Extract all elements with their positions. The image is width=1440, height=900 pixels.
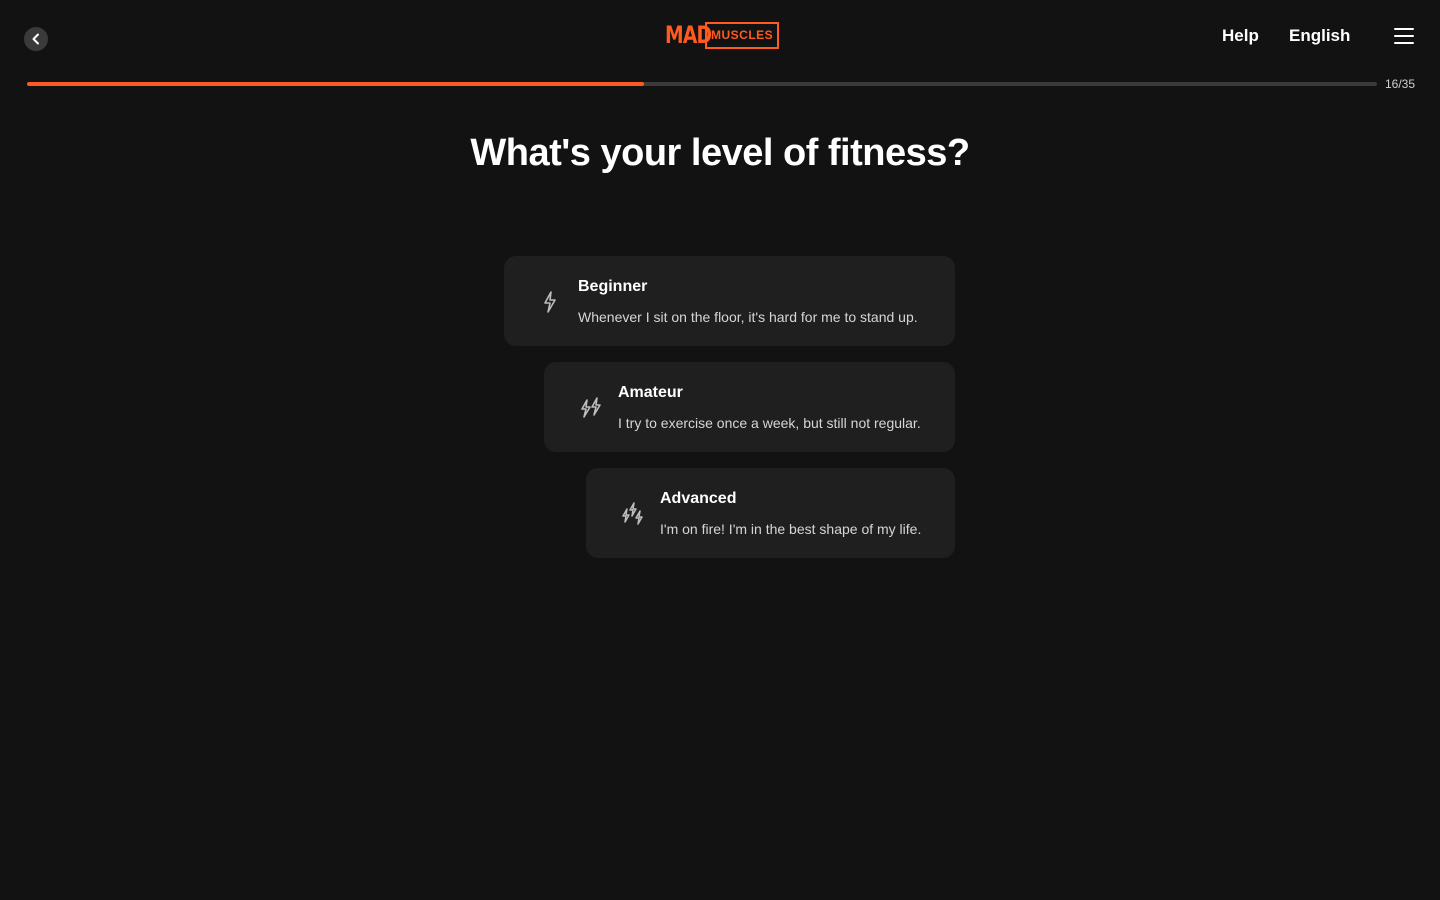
back-button[interactable] xyxy=(24,27,48,51)
option-title: Beginner xyxy=(578,278,648,295)
option-description: I try to exercise once a week, but still… xyxy=(618,415,921,431)
lightning-triple-icon xyxy=(622,502,643,525)
option-description: I'm on fire! I'm in the best shape of my… xyxy=(660,521,922,537)
progress-bar-fill xyxy=(27,82,644,86)
option-beginner[interactable]: Beginner Whenever I sit on the floor, it… xyxy=(504,256,955,346)
page-title: What's your level of fitness? xyxy=(470,132,970,174)
lightning-single-icon xyxy=(544,291,556,313)
logo-mad-text: MAD xyxy=(665,21,712,49)
help-link[interactable]: Help xyxy=(1222,26,1259,46)
option-advanced[interactable]: Advanced I'm on fire! I'm in the best sh… xyxy=(586,468,955,558)
logo-muscles-text: MUSCLES xyxy=(705,22,780,49)
logo: MAD MUSCLES xyxy=(665,21,780,49)
progress-bar xyxy=(27,82,1377,86)
progress-label: 16/35 xyxy=(1385,77,1416,91)
option-description: Whenever I sit on the floor, it's hard f… xyxy=(578,309,918,325)
option-title: Amateur xyxy=(618,384,683,401)
lightning-double-icon xyxy=(581,397,601,418)
option-amateur[interactable]: Amateur I try to exercise once a week, b… xyxy=(544,362,955,452)
header: MAD MUSCLES Help English xyxy=(0,0,1440,74)
option-title: Advanced xyxy=(660,490,737,507)
chevron-left-icon xyxy=(32,33,39,45)
language-selector[interactable]: English xyxy=(1289,26,1350,46)
hamburger-menu-icon[interactable] xyxy=(1394,28,1414,44)
